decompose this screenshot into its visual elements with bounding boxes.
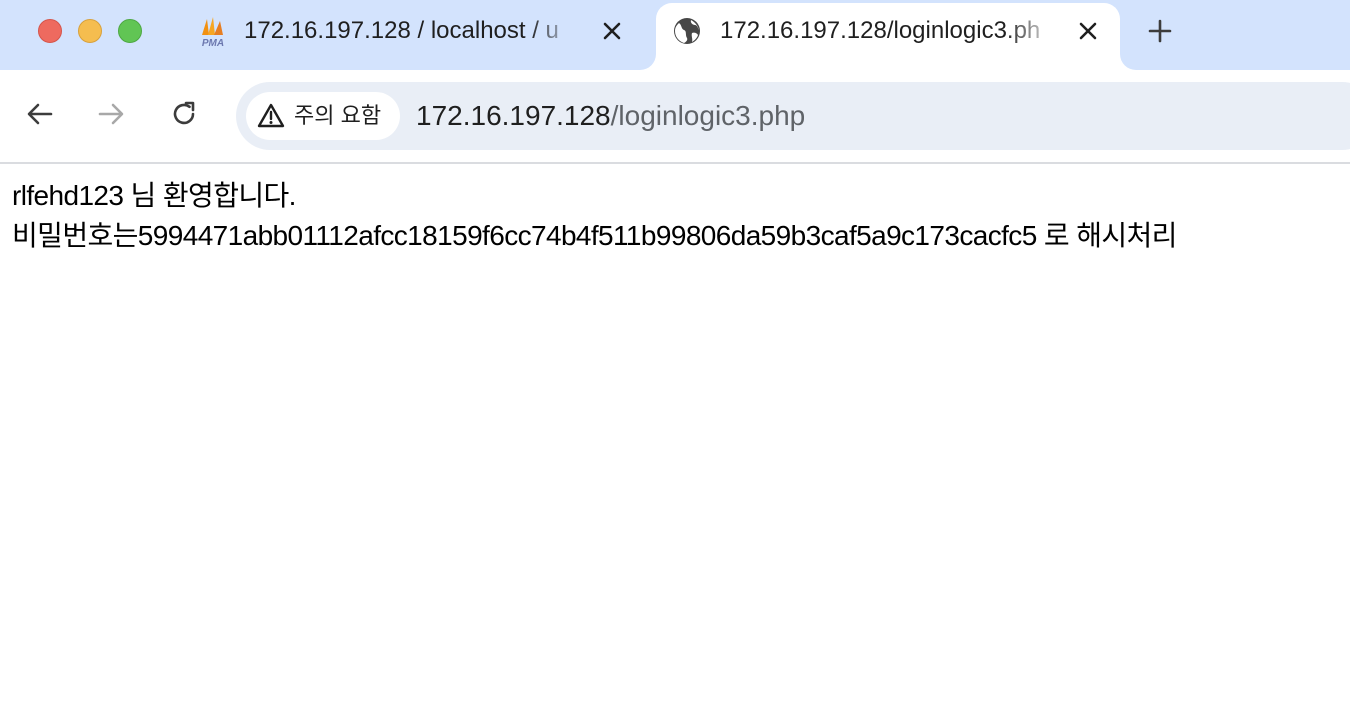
toolbar: 주의 요함 172.16.197.128/loginlogic3.php xyxy=(0,70,1350,164)
arrow-left-icon[interactable] xyxy=(24,98,56,130)
tab-title: 172.16.197.128 / localhost / u xyxy=(244,17,559,44)
window-close-button[interactable] xyxy=(38,19,62,43)
close-icon[interactable] xyxy=(599,18,625,44)
security-chip-label: 주의 요함 xyxy=(294,103,382,128)
page-content: rlfehd123 님 환영합니다. 비밀번호는5994471abb01112a… xyxy=(12,176,1342,256)
window-minimize-button[interactable] xyxy=(78,19,102,43)
phpmyadmin-icon: PMA xyxy=(202,17,224,49)
browser-window: PMA 172.16.197.128 / localhost / u 172.1… xyxy=(0,0,1350,716)
password-hash-message: 비밀번호는5994471abb01112afcc18159f6cc74b4f51… xyxy=(12,220,1177,251)
tab-strip: PMA 172.16.197.128 / localhost / u 172.1… xyxy=(0,0,1350,70)
security-chip[interactable]: 주의 요함 xyxy=(246,92,400,140)
url-host: 172.16.197.128 xyxy=(416,100,611,131)
tab-loginlogic3[interactable]: 172.16.197.128/loginlogic3.ph xyxy=(656,3,1120,70)
reload-icon[interactable] xyxy=(168,98,200,130)
tab-title: 172.16.197.128/loginlogic3.ph xyxy=(720,17,1041,44)
tab-phpmyadmin[interactable]: PMA 172.16.197.128 / localhost / u xyxy=(180,3,650,70)
address-bar[interactable]: 주의 요함 172.16.197.128/loginlogic3.php xyxy=(236,82,1350,150)
warning-icon xyxy=(257,103,285,128)
globe-icon xyxy=(674,18,700,44)
new-tab-button[interactable] xyxy=(1145,16,1175,46)
close-icon[interactable] xyxy=(1075,18,1101,44)
url-text[interactable]: 172.16.197.128/loginlogic3.php xyxy=(416,98,805,134)
phpmyadmin-label: PMA xyxy=(202,38,224,49)
arrow-right-icon[interactable] xyxy=(95,98,127,130)
welcome-message: rlfehd123 님 환영합니다. xyxy=(12,180,296,211)
window-zoom-button[interactable] xyxy=(118,19,142,43)
url-path: /loginlogic3.php xyxy=(610,100,806,131)
